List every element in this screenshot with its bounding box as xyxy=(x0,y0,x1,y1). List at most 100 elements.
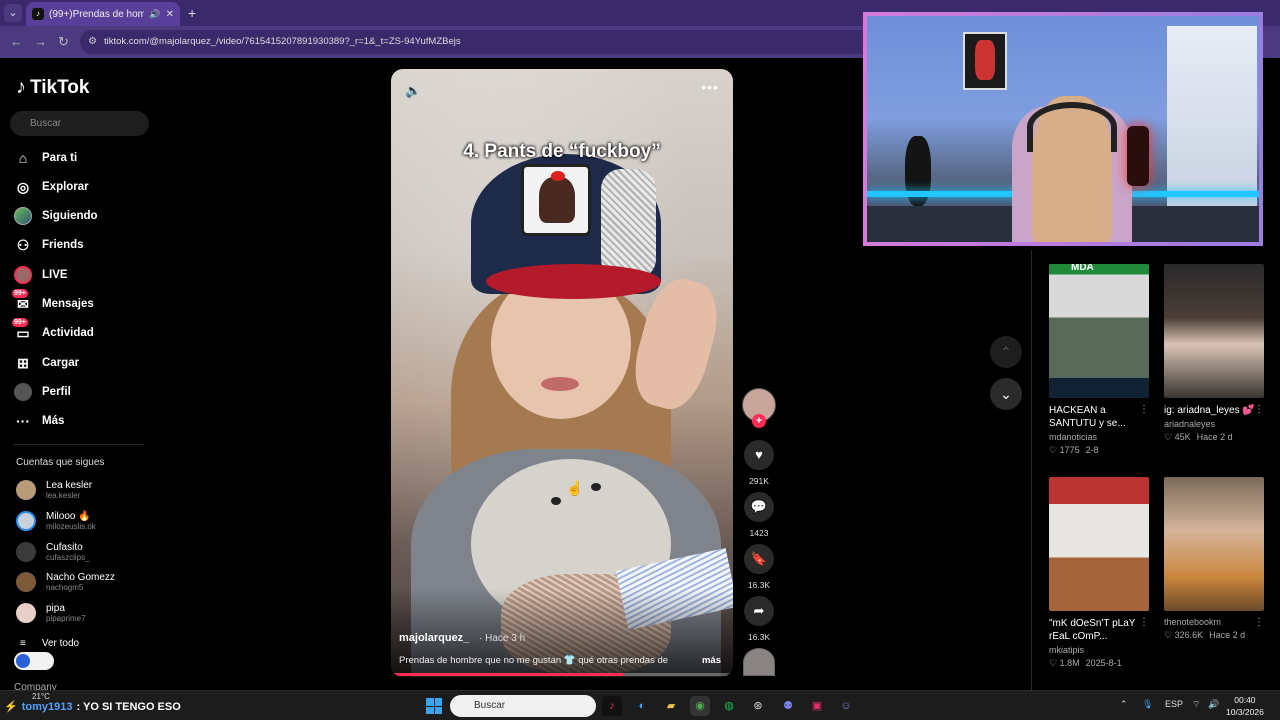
rec-title: "mK dOeSn'T pLaY rEaL cOmP... xyxy=(1049,618,1136,642)
heart-icon: ♡ xyxy=(1164,630,1175,640)
more-options-icon[interactable]: ••• xyxy=(701,79,719,95)
plush-eye xyxy=(551,497,561,505)
comment-button[interactable]: 💬 xyxy=(744,492,774,522)
nav-label: Siguiendo xyxy=(42,210,98,222)
microphone-tray-icon[interactable]: 🎙 xyxy=(1142,699,1153,710)
avatar xyxy=(16,480,36,500)
followed-account-item[interactable]: Cufasito cufaszclips_ xyxy=(16,542,90,562)
forward-icon[interactable]: → xyxy=(34,34,47,49)
instagram-icon[interactable]: ▣ xyxy=(807,696,827,716)
nav-siguiendo[interactable]: Siguiendo xyxy=(14,205,98,227)
edge-icon[interactable]: ◐ xyxy=(632,696,652,716)
nav-explorar[interactable]: ◎ Explorar xyxy=(14,176,89,198)
messages-icon: ✉ 99+ xyxy=(12,289,29,312)
followed-account-item[interactable]: Nacho Gomezz nachogm5 xyxy=(16,572,115,592)
discord-icon[interactable]: ☺ xyxy=(836,696,856,716)
reload-icon[interactable]: ↻ xyxy=(58,34,69,50)
nav-label: Cargar xyxy=(42,357,80,369)
microphone-icon xyxy=(1127,126,1149,186)
follow-plus-icon[interactable]: + xyxy=(752,414,766,428)
profile-avatar-icon xyxy=(14,383,32,401)
rec-author[interactable]: mdanoticias xyxy=(1049,432,1155,442)
rec-options-icon[interactable]: ⋮ xyxy=(1254,404,1264,415)
new-tab-button[interactable]: + xyxy=(188,5,196,21)
tiktok-logo[interactable]: ♪ TikTok xyxy=(16,76,89,99)
heart-icon: ♡ xyxy=(1049,445,1060,455)
site-info-icon[interactable]: ⚙ xyxy=(88,36,97,47)
nav-mensajes[interactable]: ✉ 99+ Mensajes xyxy=(12,289,94,315)
save-button[interactable]: 🔖 xyxy=(744,544,774,574)
spotify-icon[interactable]: ◍ xyxy=(719,696,739,716)
rec-thumbnail xyxy=(1164,477,1264,611)
more-description-button[interactable]: más xyxy=(702,655,721,666)
nav-actividad[interactable]: ▭ 99+ Actividad xyxy=(12,318,94,344)
nav-live[interactable]: LIVE xyxy=(14,264,68,286)
video-author[interactable]: majolarquez_ xyxy=(399,632,469,644)
tiktok-note-icon: ♪ xyxy=(16,76,26,98)
rec-meta: ♡ 45K Hace 2 d xyxy=(1164,432,1270,443)
music-disc[interactable] xyxy=(743,648,775,676)
see-all-button[interactable]: ≡ Ver todo xyxy=(20,638,79,649)
chrome-icon[interactable]: ◉ xyxy=(690,696,710,716)
rec-title: HACKEAN a SANTUTU y se... xyxy=(1049,405,1126,429)
account-name: Lea kesler xyxy=(46,480,93,491)
recommended-video[interactable]: ig: ariadna_leyes 💕 ⋮ ariadnaleyes ♡ 45K… xyxy=(1164,264,1270,443)
tiktok-app-icon[interactable]: ♪ xyxy=(602,696,622,716)
speaker-icon[interactable]: 🔊 xyxy=(149,9,160,20)
rec-meta: ♡ 326.6K Hace 2 d xyxy=(1164,630,1270,641)
mouse-cursor-icon: ☝ xyxy=(566,480,584,496)
nav-cargar[interactable]: ⊞ Cargar xyxy=(14,352,79,374)
video-player[interactable]: 4. Pants de “fuckboy” 🔈 ••• majolarquez_… xyxy=(391,69,733,677)
windows-start-icon[interactable] xyxy=(426,698,442,714)
followed-account-item[interactable]: pipa pipaprime7 xyxy=(16,603,86,623)
next-video-button[interactable]: ⌄ xyxy=(990,378,1022,410)
system-clock[interactable]: 00:40 10/3/2026 xyxy=(1226,694,1264,718)
previous-video-button[interactable]: ⌃ xyxy=(990,336,1022,368)
teams-icon[interactable]: ⚉ xyxy=(778,696,798,716)
volume-tray-icon[interactable]: 🔊 xyxy=(1208,699,1219,710)
close-tab-icon[interactable]: ✕ xyxy=(166,9,174,20)
windows-taskbar: ⌕ Buscar ♪ ◐ ▰ ◉ ◍ ⊛ ⚉ ▣ ☺ ⌃ 🎙 ESP ⌔ 🔊 0… xyxy=(0,690,1280,720)
language-indicator[interactable]: ESP xyxy=(1165,699,1183,709)
file-explorer-icon[interactable]: ▰ xyxy=(661,696,681,716)
chat-username: tomy1913 xyxy=(21,700,73,713)
back-icon[interactable]: ← xyxy=(10,34,23,49)
rec-thumbnail xyxy=(1164,264,1264,398)
like-button[interactable]: ♥ xyxy=(744,440,774,470)
browser-tab[interactable]: ♪ (99+)Prendas de hombre q 🔊 ✕ xyxy=(26,2,180,26)
followed-account-item[interactable]: Lea kesler lea.kesler xyxy=(16,480,92,500)
nav-perfil[interactable]: Perfil xyxy=(14,381,71,403)
account-handle: pipaprime7 xyxy=(46,614,86,623)
video-time: · Hace 3 h xyxy=(479,633,526,644)
taskbar-search-input[interactable]: Buscar xyxy=(450,695,596,717)
search-input[interactable]: Buscar xyxy=(10,111,149,136)
heart-icon: ♡ xyxy=(1164,432,1175,442)
rec-author[interactable]: mkiatipis xyxy=(1049,645,1155,655)
url-field[interactable]: tiktok.com/@majolarquez_/video/761541520… xyxy=(80,30,900,54)
tiktok-favicon-icon: ♪ xyxy=(32,8,44,20)
steam-icon[interactable]: ⊛ xyxy=(748,696,768,716)
video-progress-bar[interactable] xyxy=(391,673,733,676)
rec-options-icon[interactable]: ⋮ xyxy=(1254,617,1264,628)
recommended-video[interactable]: ⋮ thenotebookm ♡ 326.6K Hace 2 d xyxy=(1164,477,1270,641)
volume-icon[interactable]: 🔈 xyxy=(405,83,421,99)
recommended-video[interactable]: MDA HACKEAN a SANTUTU y se... ⋮ mdanotic… xyxy=(1049,264,1155,456)
recommended-video[interactable]: "mK dOeSn'T pLaY rEaL cOmP... ⋮ mkiatipi… xyxy=(1049,477,1155,669)
nav-mas[interactable]: ··· Más xyxy=(14,410,64,432)
nav-friends[interactable]: ⚇ Friends xyxy=(14,234,84,256)
nav-label: LIVE xyxy=(42,269,68,281)
nav-label: Explorar xyxy=(42,181,89,193)
rec-options-icon[interactable]: ⋮ xyxy=(1139,617,1149,628)
avatar xyxy=(16,603,36,623)
webcam-overlay xyxy=(863,12,1263,246)
wifi-icon[interactable]: ⌔ xyxy=(1192,699,1200,710)
rec-options-icon[interactable]: ⋮ xyxy=(1139,404,1149,415)
nav-para-ti[interactable]: ⌂ Para ti xyxy=(14,147,77,169)
account-name: Cufasito xyxy=(46,542,83,553)
tray-chevron-icon[interactable]: ⌃ xyxy=(1120,699,1128,710)
followed-account-item[interactable]: Milooo 🔥 milozeuslis.ok xyxy=(16,511,96,531)
share-button[interactable]: ➦ xyxy=(744,596,774,626)
tab-list-button[interactable]: ⌄ xyxy=(4,4,22,22)
rec-author[interactable]: ariadnaleyes xyxy=(1164,419,1270,429)
thumb-banner: MDA xyxy=(1071,264,1094,273)
